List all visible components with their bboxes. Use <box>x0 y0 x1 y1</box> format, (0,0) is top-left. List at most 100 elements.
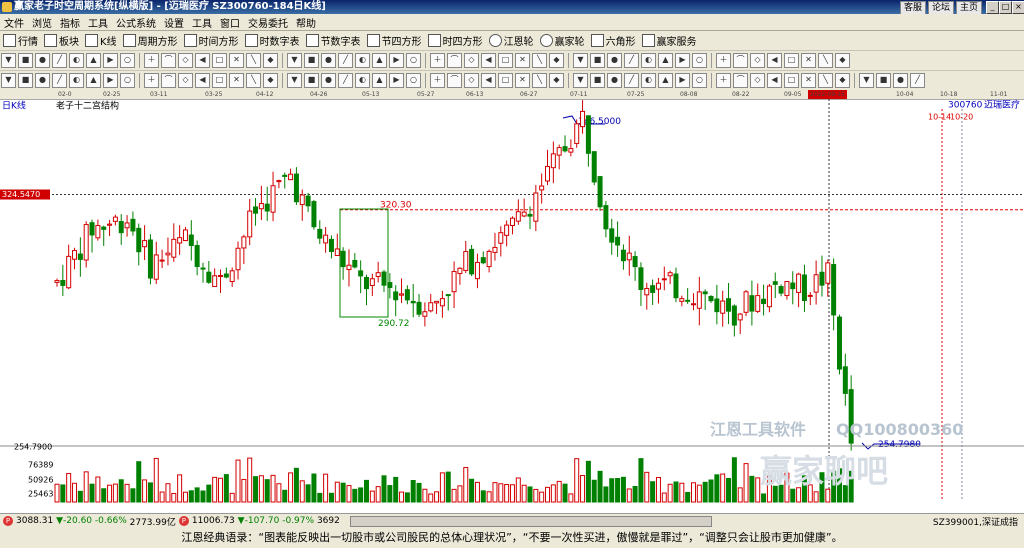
zoom-in-icon[interactable]: □ <box>212 53 227 68</box>
circle-icon[interactable]: ▲ <box>86 73 101 88</box>
right-arrow-icon[interactable]: ◐ <box>641 53 656 68</box>
toolbar-kline[interactable]: K线 <box>82 32 120 49</box>
zoom-in-icon[interactable]: ▶ <box>389 53 404 68</box>
toolbar-time-table[interactable]: 时数字表 <box>242 32 303 49</box>
fib-icon[interactable]: ◆ <box>835 73 850 88</box>
arrow-icon[interactable]: ◇ <box>178 53 193 68</box>
line-icon[interactable]: ▶ <box>389 73 404 88</box>
menu-item-trade[interactable]: 交易委托 <box>244 15 292 30</box>
text-icon[interactable]: ╲ <box>818 73 833 88</box>
toolbar-node-square[interactable]: 节四方形 <box>364 32 425 49</box>
fib-icon[interactable]: ■ <box>304 73 319 88</box>
info-icon[interactable]: ■ <box>304 53 319 68</box>
line-icon[interactable]: ◇ <box>750 73 765 88</box>
cursor-icon[interactable]: ▶ <box>675 53 690 68</box>
binoculars-icon[interactable]: ⌒ <box>733 53 748 68</box>
stop-icon[interactable]: ✕ <box>801 53 816 68</box>
toolbar-service[interactable]: 赢家服务 <box>639 32 700 49</box>
text-icon[interactable]: ▼ <box>287 73 302 88</box>
zoom-out-icon[interactable]: ◀ <box>767 53 782 68</box>
zoom-out-icon[interactable]: ✕ <box>229 53 244 68</box>
arrow-line-icon[interactable]: ✕ <box>229 73 244 88</box>
stop-icon[interactable]: ◆ <box>263 53 278 68</box>
toolbar-winner-wheel[interactable]: 赢家轮 <box>537 32 588 49</box>
fib-icon[interactable]: ◀ <box>481 73 496 88</box>
line-icon[interactable]: ● <box>35 73 50 88</box>
zoom-in-icon[interactable]: ▼ <box>573 53 588 68</box>
pointer-icon[interactable]: ● <box>893 73 908 88</box>
gann-fan-icon[interactable]: ● <box>321 73 336 88</box>
arrow-icon[interactable]: ＋ <box>716 53 731 68</box>
cursor-icon[interactable]: ＋ <box>144 53 159 68</box>
stop-icon[interactable]: ╱ <box>624 53 639 68</box>
arrow-icon[interactable]: ▼ <box>1 53 16 68</box>
ruler-icon[interactable]: ╱ <box>910 73 925 88</box>
pointer-icon[interactable]: ＋ <box>716 73 731 88</box>
refresh-icon[interactable]: ＋ <box>430 53 445 68</box>
cycle-icon[interactable]: ■ <box>876 73 891 88</box>
circle-icon[interactable]: ✕ <box>801 73 816 88</box>
pointer-icon[interactable]: ◇ <box>178 73 193 88</box>
gann-fan-icon[interactable]: □ <box>498 73 513 88</box>
ruler-icon[interactable]: ◆ <box>549 73 564 88</box>
right-arrow-icon[interactable]: ▼ <box>287 53 302 68</box>
toolbar-hour-square[interactable]: 时四方形 <box>425 32 486 49</box>
line-icon[interactable]: □ <box>212 73 227 88</box>
minimize-button[interactable]: _ <box>986 1 999 14</box>
refresh-icon[interactable]: ◐ <box>69 53 84 68</box>
kline-chart[interactable]: 日K线 老子十二宫结构 300760 迈瑞医疗 10-14 10-20 324.5470 32… <box>0 99 1024 512</box>
arrow-icon[interactable]: ◐ <box>355 53 370 68</box>
fib-icon[interactable]: ▲ <box>658 73 673 88</box>
menu-item-browse[interactable]: 浏览 <box>28 15 56 30</box>
zoom-out-icon[interactable]: ■ <box>590 53 605 68</box>
info-icon[interactable]: ○ <box>120 53 135 68</box>
toolbar-node-table[interactable]: 节数字表 <box>303 32 364 49</box>
gann-fan-icon[interactable]: ＋ <box>144 73 159 88</box>
fib-icon[interactable]: ○ <box>120 73 135 88</box>
info-icon[interactable]: ◀ <box>481 53 496 68</box>
rect-icon[interactable]: ● <box>607 73 622 88</box>
cycle-icon[interactable]: ⌒ <box>161 73 176 88</box>
right-arrow-icon[interactable]: ◇ <box>464 53 479 68</box>
rect-icon[interactable]: ＋ <box>430 73 445 88</box>
toolbar-sector[interactable]: 板块 <box>41 32 82 49</box>
binoculars-icon[interactable]: ■ <box>18 53 33 68</box>
menu-item-tools[interactable]: 工具 <box>84 15 112 30</box>
info-icon[interactable]: ▲ <box>658 53 673 68</box>
diamond-icon[interactable]: ⌒ <box>161 53 176 68</box>
horizontal-scrollbar[interactable] <box>349 515 712 527</box>
ruler-icon[interactable]: ▲ <box>372 73 387 88</box>
link-service[interactable]: 客服 <box>899 1 926 14</box>
binoculars-icon[interactable]: ▲ <box>372 53 387 68</box>
cursor-icon[interactable]: ● <box>321 53 336 68</box>
cycle-icon[interactable]: ✕ <box>515 73 530 88</box>
toolbar-quotes[interactable]: 行情 <box>0 32 41 49</box>
ruler-icon[interactable]: ⌒ <box>733 73 748 88</box>
menu-item-window[interactable]: 窗口 <box>216 15 244 30</box>
zoom-out-icon[interactable]: ○ <box>406 53 421 68</box>
arrow-line-icon[interactable]: ■ <box>590 73 605 88</box>
binoculars-icon[interactable]: ◀ <box>195 53 210 68</box>
refresh-icon[interactable]: □ <box>784 53 799 68</box>
cycle-icon[interactable]: ╱ <box>338 73 353 88</box>
toolbar-gann-wheel[interactable]: 江恩轮 <box>486 32 537 49</box>
pointer-icon[interactable]: ▼ <box>1 73 16 88</box>
menu-item-indicator[interactable]: 指标 <box>56 15 84 30</box>
pointer-icon[interactable]: ◐ <box>355 73 370 88</box>
menu-item-formula[interactable]: 公式系统 <box>112 15 160 30</box>
circle-icon[interactable]: ◆ <box>263 73 278 88</box>
arrow-line-icon[interactable]: ◀ <box>767 73 782 88</box>
zoom-out-icon[interactable]: ╱ <box>52 53 67 68</box>
restore-button[interactable]: □ <box>999 1 1012 14</box>
right-arrow-icon[interactable]: ▶ <box>103 53 118 68</box>
toolbar-time-square[interactable]: 时间方形 <box>181 32 242 49</box>
diamond-icon[interactable]: ╱ <box>338 53 353 68</box>
text-icon[interactable]: ◐ <box>641 73 656 88</box>
link-forum[interactable]: 论坛 <box>927 1 954 14</box>
menu-item-file[interactable]: 文件 <box>0 15 28 30</box>
stop-icon[interactable]: ⌒ <box>447 53 462 68</box>
gann-fan-icon[interactable]: ▼ <box>859 73 874 88</box>
close-button[interactable]: × <box>1012 1 1024 14</box>
toolbar-hexagon[interactable]: 六角形 <box>588 32 639 49</box>
menu-item-tools2[interactable]: 工具 <box>188 15 216 30</box>
